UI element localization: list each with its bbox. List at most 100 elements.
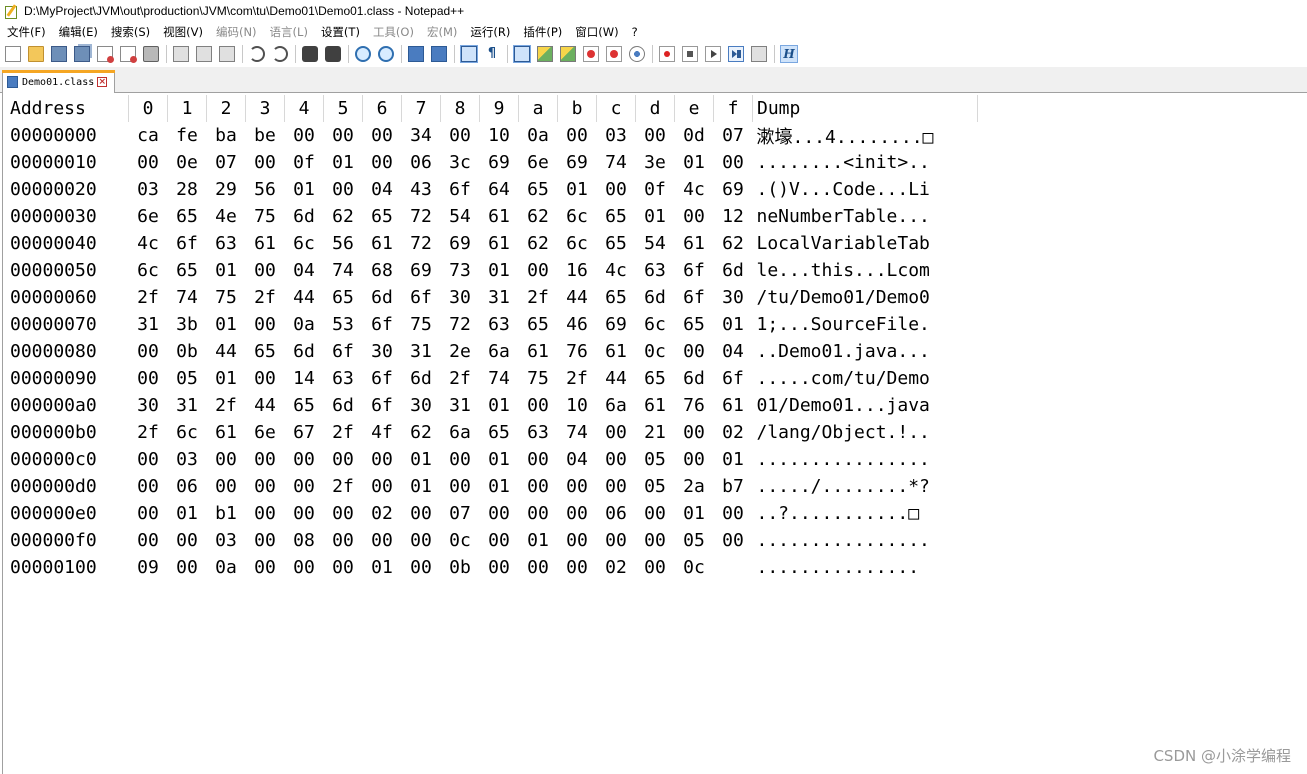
- hex-byte-cell[interactable]: 72: [402, 230, 441, 257]
- preview-icon[interactable]: [629, 46, 645, 62]
- save-all-icon[interactable]: [74, 46, 90, 62]
- hex-byte-cell[interactable]: 65: [363, 203, 402, 230]
- menu-item-2[interactable]: 搜索(S): [111, 24, 150, 40]
- hex-byte-cell[interactable]: 6f: [675, 284, 714, 311]
- hex-byte-cell[interactable]: 00: [441, 122, 480, 149]
- hex-byte-cell[interactable]: 00: [129, 365, 168, 392]
- show-all-chars-icon[interactable]: ¶: [484, 46, 500, 62]
- row-ascii-dump[interactable]: .....com/tu/Demo: [753, 365, 978, 392]
- hex-byte-cell[interactable]: 74: [480, 365, 519, 392]
- macro-run-multiple-icon[interactable]: [728, 46, 744, 62]
- hex-byte-cell[interactable]: 01: [480, 257, 519, 284]
- row-ascii-dump[interactable]: le...this...Lcom: [753, 257, 978, 284]
- row-ascii-dump[interactable]: ..?...........□: [753, 500, 978, 527]
- hex-byte-cell[interactable]: 00: [558, 554, 597, 581]
- hex-byte-cell[interactable]: 65: [597, 284, 636, 311]
- hex-byte-cell[interactable]: 00: [480, 500, 519, 527]
- macro-play-icon[interactable]: [705, 46, 721, 62]
- hex-byte-cell[interactable]: 0e: [168, 149, 207, 176]
- hex-byte-cell[interactable]: 6a: [441, 419, 480, 446]
- replace-icon[interactable]: [325, 46, 341, 62]
- hex-byte-cell[interactable]: 69: [558, 149, 597, 176]
- hex-byte-cell[interactable]: 01: [675, 149, 714, 176]
- hex-byte-cell[interactable]: 63: [324, 365, 363, 392]
- hex-byte-cell[interactable]: 02: [714, 419, 753, 446]
- hex-byte-cell[interactable]: 30: [363, 338, 402, 365]
- close-icon[interactable]: [97, 46, 114, 63]
- hex-byte-cell[interactable]: 6c: [558, 230, 597, 257]
- hex-byte-cell[interactable]: 0a: [207, 554, 246, 581]
- hex-byte-cell[interactable]: fe: [168, 122, 207, 149]
- hex-byte-cell[interactable]: 2f: [441, 365, 480, 392]
- hex-byte-cell[interactable]: 00: [480, 554, 519, 581]
- hex-byte-cell[interactable]: 00: [324, 446, 363, 473]
- hex-byte-cell[interactable]: 29: [207, 176, 246, 203]
- hex-byte-cell[interactable]: 43: [402, 176, 441, 203]
- hex-byte-cell[interactable]: 00: [324, 122, 363, 149]
- hex-byte-cell[interactable]: 0b: [441, 554, 480, 581]
- hex-byte-cell[interactable]: 12: [714, 203, 753, 230]
- hex-byte-cell[interactable]: 74: [597, 149, 636, 176]
- hex-byte-cell[interactable]: 00: [480, 527, 519, 554]
- macro-record-icon[interactable]: [659, 46, 675, 62]
- hex-byte-cell[interactable]: 14: [285, 365, 324, 392]
- hex-byte-cell[interactable]: 00: [597, 527, 636, 554]
- hex-byte-cell[interactable]: 65: [480, 419, 519, 446]
- hex-byte-cell[interactable]: 00: [207, 473, 246, 500]
- hex-byte-cell[interactable]: 6f: [363, 392, 402, 419]
- hex-byte-cell[interactable]: 00: [129, 338, 168, 365]
- hex-byte-cell[interactable]: 06: [597, 500, 636, 527]
- hex-byte-cell[interactable]: 64: [480, 176, 519, 203]
- hex-byte-cell[interactable]: 00: [285, 554, 324, 581]
- hex-byte-cell[interactable]: 00: [675, 419, 714, 446]
- macro-stop-icon[interactable]: [682, 46, 698, 62]
- menu-item-9[interactable]: 运行(R): [470, 24, 510, 40]
- hex-byte-cell[interactable]: 61: [714, 392, 753, 419]
- hex-byte-cell[interactable]: 21: [636, 419, 675, 446]
- hex-byte-cell[interactable]: 65: [519, 176, 558, 203]
- row-ascii-dump[interactable]: ..Demo01.java...: [753, 338, 978, 365]
- hex-byte-cell[interactable]: 00: [558, 500, 597, 527]
- hex-byte-cell[interactable]: 65: [636, 365, 675, 392]
- hex-byte-cell[interactable]: 00: [207, 446, 246, 473]
- hex-byte-cell[interactable]: 06: [402, 149, 441, 176]
- hex-byte-cell[interactable]: 65: [246, 338, 285, 365]
- hex-byte-cell[interactable]: 00: [675, 446, 714, 473]
- hex-byte-cell[interactable]: 6d: [636, 284, 675, 311]
- hex-byte-cell[interactable]: 01: [207, 365, 246, 392]
- hex-byte-cell[interactable]: 00: [597, 473, 636, 500]
- menu-item-3[interactable]: 视图(V): [163, 24, 203, 40]
- hex-byte-cell[interactable]: 00: [324, 527, 363, 554]
- hex-byte-cell[interactable]: 00: [714, 149, 753, 176]
- hex-byte-cell[interactable]: 61: [246, 230, 285, 257]
- hex-byte-cell[interactable]: 01: [675, 500, 714, 527]
- hex-byte-cell[interactable]: 00: [129, 446, 168, 473]
- hex-byte-cell[interactable]: 01: [324, 149, 363, 176]
- hex-byte-cell[interactable]: 00: [246, 311, 285, 338]
- hex-byte-cell[interactable]: 00: [285, 500, 324, 527]
- hex-byte-cell[interactable]: 31: [168, 392, 207, 419]
- hex-byte-cell[interactable]: 00: [558, 473, 597, 500]
- hex-byte-cell[interactable]: 44: [597, 365, 636, 392]
- hex-byte-cell[interactable]: 6c: [168, 419, 207, 446]
- row-ascii-dump[interactable]: /lang/Object.!..: [753, 419, 978, 446]
- hex-byte-cell[interactable]: 00: [246, 446, 285, 473]
- hex-byte-cell[interactable]: 4c: [675, 176, 714, 203]
- hex-byte-cell[interactable]: 4e: [207, 203, 246, 230]
- hex-byte-cell[interactable]: 01: [168, 500, 207, 527]
- hex-byte-cell[interactable]: 2f: [324, 419, 363, 446]
- hex-byte-cell[interactable]: 00: [246, 554, 285, 581]
- hex-byte-cell[interactable]: 73: [441, 257, 480, 284]
- hex-byte-cell[interactable]: 30: [402, 392, 441, 419]
- close-all-icon[interactable]: [120, 46, 137, 63]
- hex-byte-cell[interactable]: 65: [597, 203, 636, 230]
- hex-byte-cell[interactable]: 69: [714, 176, 753, 203]
- row-ascii-dump[interactable]: ................: [753, 527, 978, 554]
- hex-byte-cell[interactable]: 0c: [675, 554, 714, 581]
- hex-byte-cell[interactable]: ca: [129, 122, 168, 149]
- hex-byte-cell[interactable]: 56: [324, 230, 363, 257]
- hex-byte-cell[interactable]: 75: [519, 365, 558, 392]
- hex-byte-cell[interactable]: 02: [363, 500, 402, 527]
- hex-byte-cell[interactable]: 69: [402, 257, 441, 284]
- hex-byte-cell[interactable]: 63: [636, 257, 675, 284]
